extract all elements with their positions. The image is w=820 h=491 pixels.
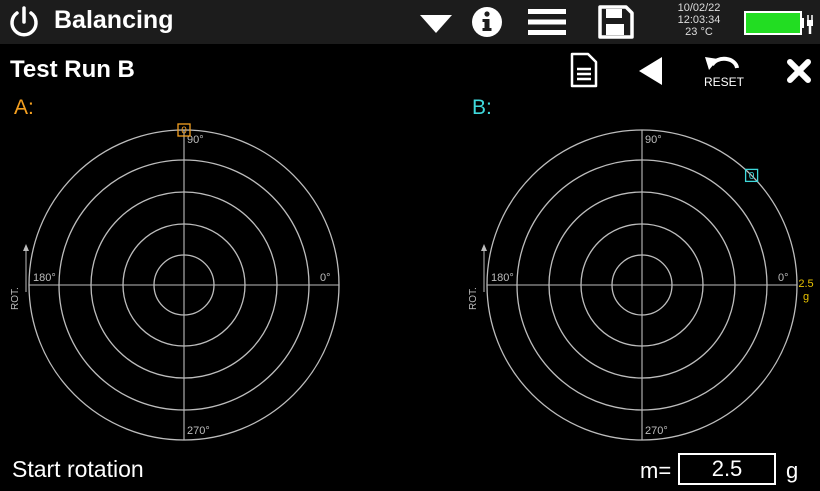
temperature-text: 23 °C: [685, 26, 713, 38]
deg-label-270: 270°: [187, 425, 210, 437]
rot-label: ROT.: [468, 287, 479, 310]
mass-input[interactable]: [678, 453, 776, 485]
scale-unit: g: [802, 291, 810, 303]
mass-label: m=: [640, 458, 672, 483]
rot-label: ROT.: [10, 287, 21, 310]
power-icon[interactable]: [6, 4, 42, 40]
info-icon[interactable]: [470, 5, 504, 39]
deg-label-90: 90°: [645, 134, 662, 146]
marker-label: 0: [181, 126, 187, 137]
time-text: 12:03:34: [677, 14, 721, 26]
status-message: Start rotation: [12, 456, 144, 482]
deg-label-180: 180°: [33, 272, 56, 284]
deg-label-0: 0°: [320, 272, 331, 284]
scale-label: 2.5 g: [796, 278, 816, 304]
battery-plug-icon: [744, 11, 813, 35]
rotation-indicator: ROT.: [468, 244, 487, 310]
back-triangle-icon[interactable]: [636, 56, 666, 86]
rotation-indicator: ROT.: [10, 244, 29, 310]
deg-label-270: 270°: [645, 425, 668, 437]
page-title: Test Run B: [10, 56, 135, 83]
document-icon[interactable]: [566, 52, 600, 88]
reset-label: RESET: [703, 75, 744, 89]
hamburger-menu-icon[interactable]: [526, 5, 568, 39]
caret-down-icon[interactable]: [416, 5, 456, 39]
marker-label: 0: [749, 171, 755, 182]
deg-label-180: 180°: [491, 272, 514, 284]
datetime-display: 10/02/22 12:03:34 23 °C: [664, 2, 734, 38]
reset-button[interactable]: RESET: [694, 50, 754, 94]
close-x-icon[interactable]: [784, 56, 814, 86]
date-text: 10/02/22: [677, 2, 721, 14]
undo-arrow-icon: [705, 56, 739, 70]
app-title: Balancing: [54, 6, 174, 34]
deg-label-0: 0°: [778, 272, 789, 284]
plane-a-label: A:: [14, 96, 34, 119]
top-bar: Balancing 10/02/22 12:03:34 23 °C: [0, 0, 820, 44]
polar-plot-a: 90° 180° 0° 270° ROT. 0: [10, 123, 340, 441]
polar-plot-b: 90° 180° 0° 270° ROT. 0: [468, 129, 798, 441]
mass-unit: g: [786, 458, 799, 483]
plane-b-label: B:: [472, 96, 492, 119]
scale-value: 2.5: [798, 278, 814, 290]
floppy-save-icon[interactable]: [596, 5, 634, 39]
